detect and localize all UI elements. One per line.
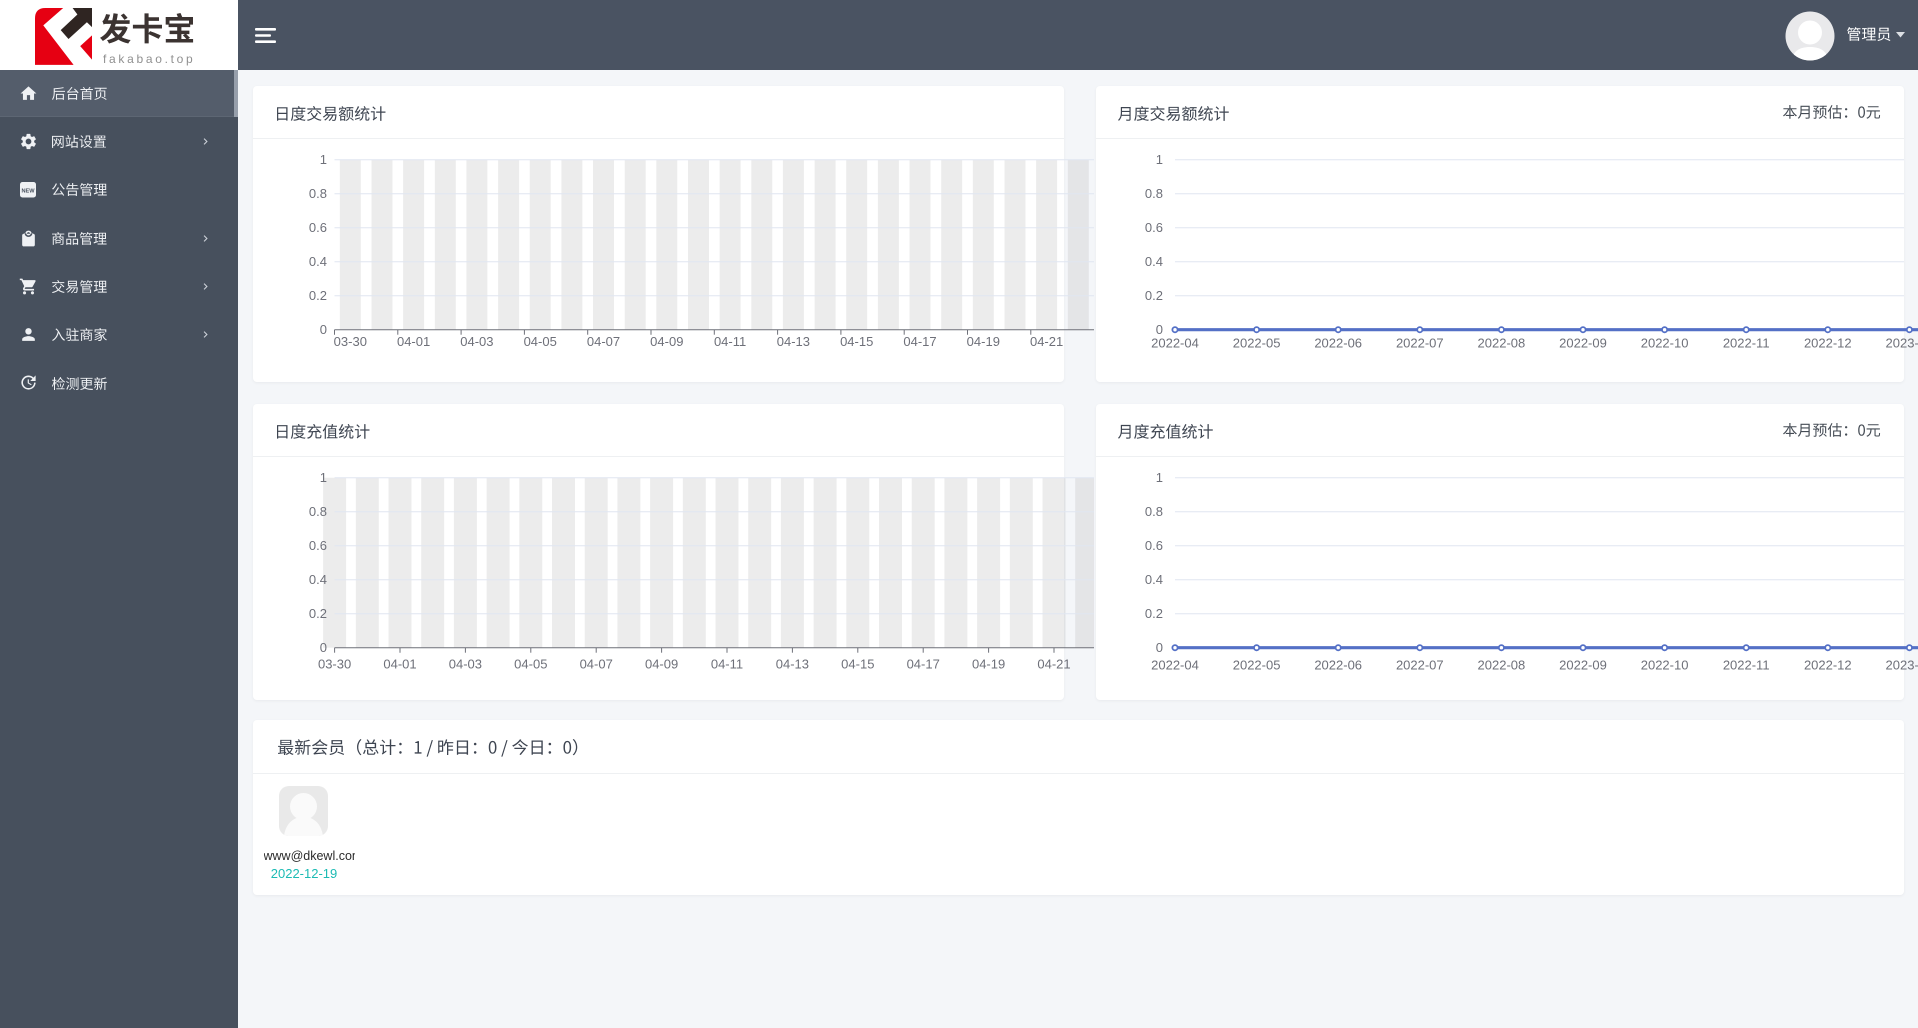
svg-text:2022-11: 2022-11 — [1723, 336, 1770, 351]
svg-text:0.6: 0.6 — [309, 220, 327, 235]
svg-text:2023-01: 2023-01 — [1886, 336, 1918, 351]
svg-text:1: 1 — [1156, 152, 1163, 167]
svg-text:2022-09: 2022-09 — [1559, 336, 1607, 351]
svg-text:0.4: 0.4 — [309, 254, 327, 269]
svg-text:04-09: 04-09 — [650, 334, 683, 349]
svg-text:03-30: 03-30 — [334, 334, 367, 349]
svg-text:2022-10: 2022-10 — [1641, 336, 1689, 351]
svg-text:1: 1 — [320, 152, 327, 167]
svg-text:04-17: 04-17 — [903, 334, 936, 349]
svg-text:2023-01: 2023-01 — [1886, 658, 1918, 673]
svg-text:2022-07: 2022-07 — [1396, 336, 1444, 351]
svg-text:0.6: 0.6 — [1145, 220, 1163, 235]
svg-text:2022-09: 2022-09 — [1559, 658, 1607, 673]
svg-text:04-11: 04-11 — [711, 657, 743, 672]
svg-text:2022-08: 2022-08 — [1478, 658, 1526, 673]
svg-text:04-21: 04-21 — [1037, 657, 1070, 672]
svg-text:2022-12: 2022-12 — [1804, 658, 1852, 673]
svg-text:2022-05: 2022-05 — [1233, 336, 1281, 351]
svg-text:04-07: 04-07 — [587, 334, 620, 349]
svg-text:0.8: 0.8 — [309, 504, 327, 519]
svg-text:0.8: 0.8 — [1145, 186, 1163, 201]
svg-text:04-07: 04-07 — [580, 657, 613, 672]
svg-text:2022-04: 2022-04 — [1151, 336, 1199, 351]
svg-text:04-03: 04-03 — [460, 334, 493, 349]
svg-text:04-21: 04-21 — [1030, 334, 1063, 349]
svg-text:2022-04: 2022-04 — [1151, 658, 1199, 673]
svg-text:0.2: 0.2 — [309, 288, 327, 303]
svg-text:04-17: 04-17 — [907, 657, 940, 672]
svg-text:0.2: 0.2 — [1145, 606, 1163, 621]
svg-text:04-11: 04-11 — [714, 334, 746, 349]
svg-text:2022-05: 2022-05 — [1233, 658, 1281, 673]
svg-text:0.4: 0.4 — [309, 572, 327, 587]
svg-text:04-03: 04-03 — [449, 657, 482, 672]
svg-text:04-19: 04-19 — [967, 334, 1000, 349]
svg-text:04-15: 04-15 — [840, 334, 873, 349]
svg-text:0.8: 0.8 — [1145, 504, 1163, 519]
svg-text:NEW: NEW — [21, 188, 35, 194]
svg-text:1: 1 — [320, 470, 327, 485]
svg-text:2022-10: 2022-10 — [1641, 658, 1689, 673]
svg-text:0.8: 0.8 — [309, 186, 327, 201]
svg-text:2022-12: 2022-12 — [1804, 336, 1852, 351]
svg-text:2022-06: 2022-06 — [1314, 658, 1362, 673]
svg-text:0.2: 0.2 — [309, 606, 327, 621]
svg-text:0.6: 0.6 — [309, 538, 327, 553]
svg-text:0: 0 — [1156, 640, 1163, 655]
svg-text:0.6: 0.6 — [1145, 538, 1163, 553]
svg-text:0: 0 — [320, 640, 327, 655]
svg-text:2022-08: 2022-08 — [1478, 336, 1526, 351]
svg-text:04-15: 04-15 — [841, 657, 874, 672]
svg-text:2022-06: 2022-06 — [1314, 336, 1362, 351]
svg-text:2022-11: 2022-11 — [1723, 658, 1770, 673]
svg-text:04-19: 04-19 — [972, 657, 1005, 672]
svg-text:0: 0 — [320, 322, 327, 337]
svg-text:1: 1 — [1156, 470, 1163, 485]
svg-text:03-30: 03-30 — [318, 657, 351, 672]
svg-text:0.4: 0.4 — [1145, 572, 1163, 587]
svg-text:04-09: 04-09 — [645, 657, 678, 672]
svg-text:2022-07: 2022-07 — [1396, 658, 1444, 673]
svg-text:04-13: 04-13 — [777, 334, 810, 349]
svg-text:04-01: 04-01 — [383, 657, 416, 672]
svg-text:0.4: 0.4 — [1145, 254, 1163, 269]
svg-text:04-05: 04-05 — [514, 657, 547, 672]
svg-text:04-13: 04-13 — [776, 657, 809, 672]
svg-text:04-01: 04-01 — [397, 334, 430, 349]
svg-text:0.2: 0.2 — [1145, 288, 1163, 303]
svg-text:04-05: 04-05 — [524, 334, 557, 349]
